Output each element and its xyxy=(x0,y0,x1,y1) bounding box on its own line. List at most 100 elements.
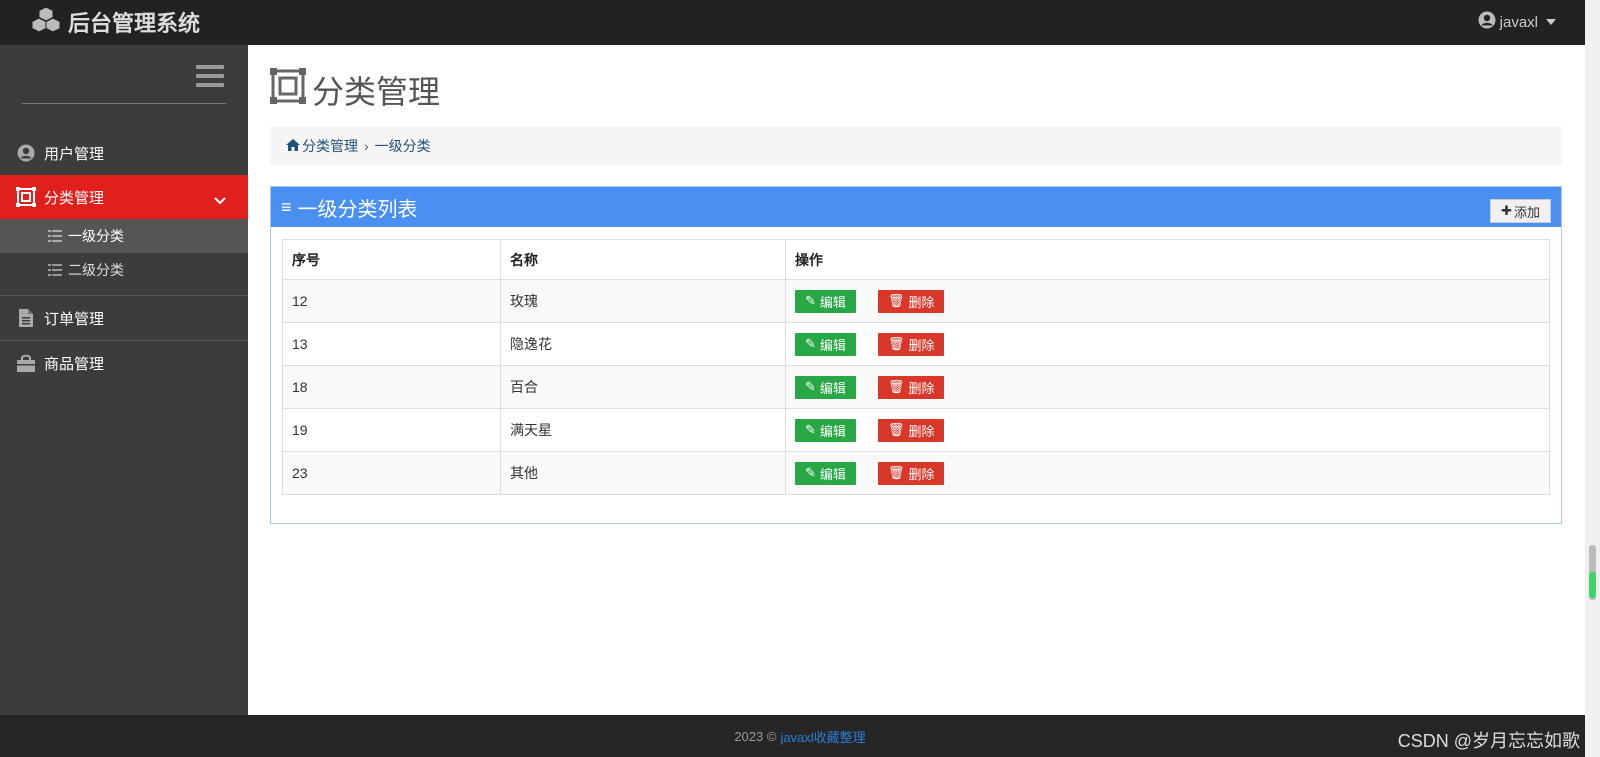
table-header-row: 序号 名称 操作 xyxy=(282,239,1550,280)
trash-icon: 🗑 xyxy=(887,379,905,394)
username: javaxl xyxy=(1499,13,1538,31)
edit-icon: ✎ xyxy=(805,336,816,351)
table-row: 19 满天星 ✎ 编辑 🗑 删除 xyxy=(282,408,1550,452)
sidebar-subitem-label: 一级分类 xyxy=(68,228,124,244)
edit-button[interactable]: ✎ 编辑 xyxy=(795,418,856,442)
sidebar-item-label: 订单管理 xyxy=(44,310,105,328)
sidebar-item-label: 商品管理 xyxy=(44,355,105,373)
sidebar-subitem-level1[interactable]: 一级分类 xyxy=(0,219,248,253)
sidebar-nav: 用户管理 分类管理 一级分类 二级分类 订单管理 商品管理 xyxy=(0,131,248,385)
sidebar: 用户管理 分类管理 一级分类 二级分类 订单管理 商品管理 xyxy=(0,45,248,715)
cell-actions: ✎ 编辑 🗑 删除 xyxy=(785,451,1550,495)
category-frame-icon xyxy=(270,68,306,112)
sidebar-item-label: 用户管理 xyxy=(44,145,105,163)
sidebar-item-label: 分类管理 xyxy=(44,189,105,207)
sidebar-divider xyxy=(22,103,226,104)
delete-label: 删除 xyxy=(908,466,935,482)
footer-copyright: 2023 © xyxy=(734,728,777,744)
app-title: 后台管理系统 xyxy=(68,11,201,36)
table-row: 23 其他 ✎ 编辑 🗑 删除 xyxy=(282,451,1550,495)
panel-title: 一级分类列表 xyxy=(297,198,418,221)
column-header-id: 序号 xyxy=(282,239,501,280)
edit-icon: ✎ xyxy=(805,379,816,394)
sidebar-item-orders[interactable]: 订单管理 xyxy=(0,296,248,340)
add-button[interactable]: ✚ 添加 xyxy=(1490,199,1551,223)
shopping-bag-icon xyxy=(16,353,36,373)
sidebar-subitem-level2[interactable]: 二级分类 xyxy=(0,253,248,287)
trash-icon: 🗑 xyxy=(887,465,905,480)
edit-icon: ✎ xyxy=(805,293,816,308)
delete-button[interactable]: 🗑 删除 xyxy=(877,461,945,485)
category-table: 序号 名称 操作 12 玫瑰 ✎ 编辑 🗑 删除 13 隐逸花 ✎ 编辑 🗑 删… xyxy=(282,239,1550,495)
scrollbar-indicator xyxy=(1589,572,1596,598)
breadcrumb-root: 分类管理 xyxy=(302,138,358,154)
cell-id: 23 xyxy=(282,451,501,495)
page-title-text: 分类管理 xyxy=(312,74,441,110)
cell-id: 19 xyxy=(282,408,501,452)
main-content: 分类管理 分类管理 › 一级分类 ≡ 一级分类列表 ✚ 添加 序号 名称 操作 … xyxy=(248,45,1562,715)
table-row: 18 百合 ✎ 编辑 🗑 删除 xyxy=(282,365,1550,409)
breadcrumb-current[interactable]: 一级分类 xyxy=(375,136,431,156)
edit-label: 编辑 xyxy=(819,380,846,396)
delete-button[interactable]: 🗑 删除 xyxy=(877,375,945,399)
delete-label: 删除 xyxy=(908,380,935,396)
brand[interactable]: 后台管理系统 xyxy=(31,6,201,38)
chevron-down-icon xyxy=(214,192,226,209)
edit-label: 编辑 xyxy=(819,337,846,353)
hamburger-menu-icon[interactable] xyxy=(196,65,224,87)
sidebar-item-products[interactable]: 商品管理 xyxy=(0,341,248,385)
table-row: 13 隐逸花 ✎ 编辑 🗑 删除 xyxy=(282,322,1550,366)
footer-link[interactable]: javaxl收藏整理 xyxy=(780,727,865,746)
cell-actions: ✎ 编辑 🗑 删除 xyxy=(785,365,1550,409)
cell-name: 百合 xyxy=(500,365,786,409)
home-icon xyxy=(286,138,300,154)
breadcrumb-separator-icon: › xyxy=(364,138,369,154)
delete-button[interactable]: 🗑 删除 xyxy=(877,289,945,313)
delete-label: 删除 xyxy=(908,423,935,439)
cell-actions: ✎ 编辑 🗑 删除 xyxy=(785,408,1550,452)
cell-id: 13 xyxy=(282,322,501,366)
cell-name: 满天星 xyxy=(500,408,786,452)
cubes-logo-icon xyxy=(31,6,61,38)
bars-icon: ≡ xyxy=(281,196,292,217)
cell-name: 玫瑰 xyxy=(500,279,786,323)
delete-label: 删除 xyxy=(908,337,935,353)
column-header-actions: 操作 xyxy=(785,239,1550,280)
edit-button[interactable]: ✎ 编辑 xyxy=(795,289,856,313)
page-scrollbar[interactable] xyxy=(1585,0,1600,757)
edit-label: 编辑 xyxy=(819,423,846,439)
delete-button[interactable]: 🗑 删除 xyxy=(877,332,945,356)
top-navbar: 后台管理系统 javaxl xyxy=(0,0,1600,45)
user-menu[interactable]: javaxl xyxy=(1478,8,1556,36)
breadcrumb-home-link[interactable]: 分类管理 xyxy=(286,136,358,156)
delete-button[interactable]: 🗑 删除 xyxy=(877,418,945,442)
category-frame-icon xyxy=(16,187,36,207)
cell-actions: ✎ 编辑 🗑 删除 xyxy=(785,279,1550,323)
cell-id: 18 xyxy=(282,365,501,409)
cell-id: 12 xyxy=(282,279,501,323)
sidebar-item-users[interactable]: 用户管理 xyxy=(0,131,248,175)
edit-icon: ✎ xyxy=(805,465,816,480)
document-icon xyxy=(16,308,36,328)
user-circle-icon xyxy=(1478,11,1496,33)
breadcrumb: 分类管理 › 一级分类 xyxy=(270,127,1562,165)
delete-label: 删除 xyxy=(908,294,935,310)
caret-down-icon xyxy=(1546,19,1556,25)
list-icon xyxy=(48,230,62,242)
sidebar-item-categories[interactable]: 分类管理 xyxy=(0,175,248,219)
sidebar-subitem-label: 二级分类 xyxy=(68,262,124,278)
user-circle-icon xyxy=(16,143,36,163)
cell-name: 其他 xyxy=(500,451,786,495)
page-title: 分类管理 xyxy=(270,68,441,112)
trash-icon: 🗑 xyxy=(887,422,905,437)
watermark: CSDN @岁月忘忘如歌 xyxy=(1397,731,1580,751)
trash-icon: 🗑 xyxy=(887,293,905,308)
edit-button[interactable]: ✎ 编辑 xyxy=(795,461,856,485)
edit-button[interactable]: ✎ 编辑 xyxy=(795,375,856,399)
trash-icon: 🗑 xyxy=(887,336,905,351)
edit-button[interactable]: ✎ 编辑 xyxy=(795,332,856,356)
panel-header: ≡ 一级分类列表 ✚ 添加 xyxy=(271,187,1561,227)
edit-icon: ✎ xyxy=(805,422,816,437)
add-button-label: 添加 xyxy=(1513,204,1540,220)
edit-label: 编辑 xyxy=(819,466,846,482)
